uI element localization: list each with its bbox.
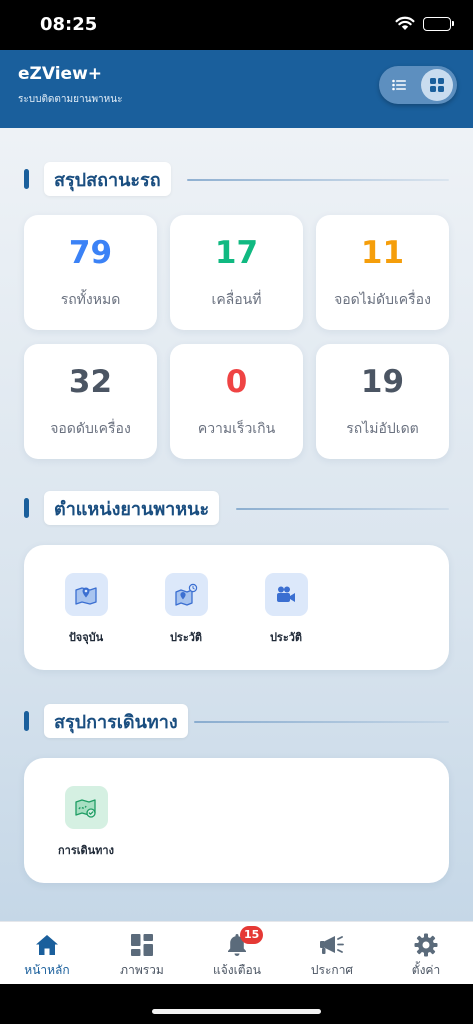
- section-accent: [24, 711, 29, 731]
- home-icon: [0, 932, 94, 958]
- location-section-header: ตำแหน่งยานพาหนะ: [24, 491, 449, 525]
- status-section-header: สรุปสถานะรถ: [24, 162, 449, 196]
- nav-item-announcements[interactable]: ประกาศ: [285, 922, 379, 985]
- stat-card-not-updated[interactable]: 19 รถไม่อัปเดต: [316, 344, 449, 459]
- stat-card-moving[interactable]: 17 เคลื่อนที่: [170, 215, 303, 330]
- trip-item[interactable]: การเดินทาง: [41, 786, 131, 859]
- location-section-title: ตำแหน่งยานพาหนะ: [44, 491, 220, 525]
- stat-label: รถไม่อัปเดต: [346, 421, 419, 437]
- status-section-title: สรุปสถานะรถ: [44, 162, 171, 196]
- location-history-item[interactable]: ประวัติ: [141, 573, 231, 646]
- nav-item-alerts[interactable]: 15 แจ้งเตือน: [190, 922, 284, 985]
- alert-count-badge: 15: [240, 926, 264, 944]
- trip-label: การเดินทาง: [58, 844, 114, 857]
- stat-value: 32: [68, 364, 113, 400]
- nav-item-settings[interactable]: ตั้งค่า: [379, 922, 473, 985]
- section-divider: [236, 508, 449, 510]
- route-map-icon: [64, 786, 108, 829]
- location-current-item[interactable]: ปัจจุบัน: [41, 573, 131, 646]
- nav-item-overview[interactable]: ภาพรวม: [95, 922, 189, 985]
- wifi-icon: [395, 16, 415, 31]
- gear-icon: [379, 932, 473, 958]
- home-indicator[interactable]: [152, 1009, 321, 1014]
- video-history-item[interactable]: ประวัติ: [241, 573, 331, 646]
- video-camera-icon: [264, 573, 308, 616]
- location-current-label: ปัจจุบัน: [68, 631, 104, 644]
- home-indicator-area: [0, 984, 473, 1024]
- main-content: สรุปสถานะรถ 79 รถทั้งหมด 17 เคลื่อนที่ 1…: [0, 128, 473, 921]
- stat-card-overspeed[interactable]: 0 ความเร็วเกิน: [170, 344, 303, 459]
- stat-value: 79: [68, 235, 113, 271]
- dashboard-icon: [95, 932, 189, 958]
- bell-icon: [190, 932, 284, 958]
- stat-value: 0: [225, 364, 248, 400]
- nav-label-settings: ตั้งค่า: [411, 963, 441, 977]
- stat-label: รถทั้งหมด: [60, 292, 121, 308]
- stat-card-idling[interactable]: 11 จอดไม่ดับเครื่อง: [316, 215, 449, 330]
- battery-icon: [423, 16, 454, 31]
- nav-label-announcements: ประกาศ: [310, 963, 354, 977]
- nav-item-home[interactable]: หน้าหลัก: [0, 922, 94, 985]
- nav-label-home: หน้าหลัก: [24, 963, 70, 977]
- stat-label: เคลื่อนที่: [211, 292, 262, 308]
- stat-card-total[interactable]: 79 รถทั้งหมด: [24, 215, 157, 330]
- view-toggle[interactable]: [379, 66, 457, 104]
- stat-label: จอดดับเครื่อง: [50, 421, 131, 437]
- status-icons: [395, 16, 454, 31]
- status-time: 08:25: [40, 14, 98, 35]
- trip-section-header: สรุปการเดินทาง: [24, 704, 449, 738]
- section-accent: [24, 498, 29, 518]
- grid-view-icon[interactable]: [421, 69, 453, 101]
- video-history-label: ประวัติ: [269, 631, 303, 644]
- map-pin-icon: [64, 573, 108, 616]
- stat-value: 17: [214, 235, 259, 271]
- section-divider: [194, 721, 449, 723]
- stat-card-parked[interactable]: 32 จอดดับเครื่อง: [24, 344, 157, 459]
- bottom-nav: หน้าหลัก ภาพรวม 15 แจ้งเตือน ประกาศ ตั้ง…: [0, 921, 473, 984]
- app-title: eZView+: [18, 64, 103, 84]
- location-panel: ปัจจุบัน ประวัติ ประวัติ: [24, 545, 449, 670]
- section-divider: [187, 179, 449, 181]
- stat-value: 11: [360, 235, 405, 271]
- app-header: eZView+ ระบบติดตามยานพาหนะ: [0, 50, 473, 128]
- map-history-icon: [164, 573, 208, 616]
- status-bar: 08:25: [0, 0, 473, 50]
- trip-panel: การเดินทาง: [24, 758, 449, 883]
- stat-label: จอดไม่ดับเครื่อง: [334, 292, 431, 308]
- megaphone-icon: [285, 932, 379, 958]
- stat-label: ความเร็วเกิน: [197, 421, 276, 437]
- location-history-label: ประวัติ: [169, 631, 203, 644]
- trip-section-title: สรุปการเดินทาง: [44, 704, 188, 738]
- list-view-icon[interactable]: [385, 71, 413, 99]
- nav-label-alerts: แจ้งเตือน: [213, 963, 261, 977]
- app-subtitle: ระบบติดตามยานพาหนะ: [18, 94, 123, 105]
- nav-label-overview: ภาพรวม: [120, 963, 164, 977]
- section-accent: [24, 169, 29, 189]
- stat-value: 19: [360, 364, 405, 400]
